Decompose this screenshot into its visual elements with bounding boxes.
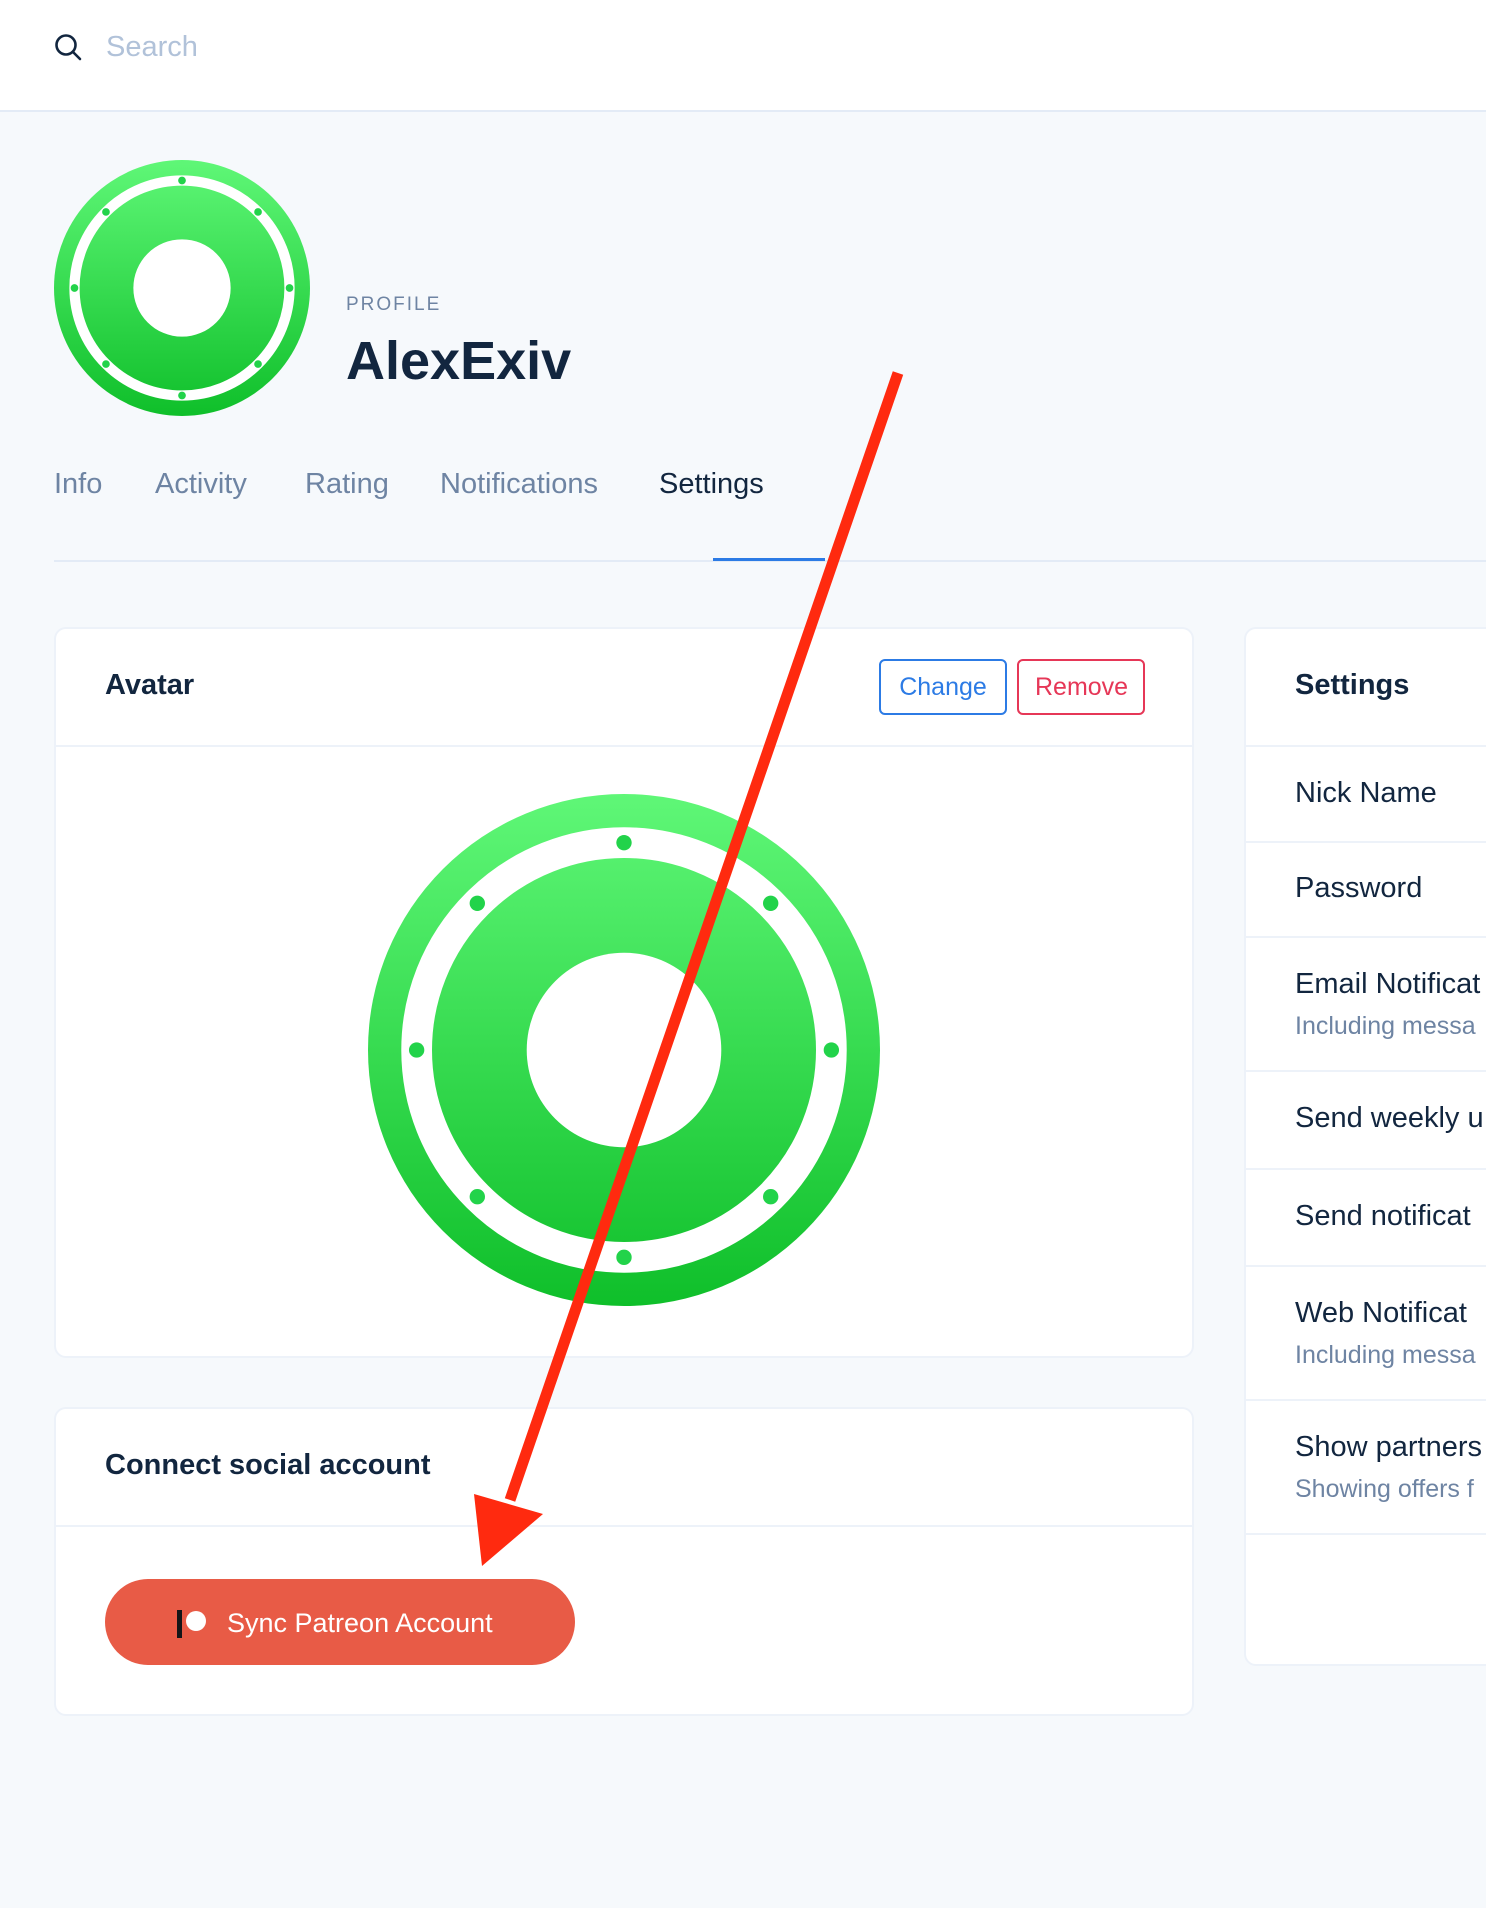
remove-avatar-button[interactable]: Remove: [1017, 659, 1145, 715]
top-bar: [0, 0, 1486, 112]
settings-card-header: Settings: [1246, 629, 1486, 747]
page-title: AlexExiv: [346, 331, 572, 391]
search-input[interactable]: [106, 26, 706, 68]
tab-rating[interactable]: Rating: [305, 468, 389, 501]
avatar-card: Avatar Change Remove: [54, 627, 1194, 1358]
avatar-preview: [368, 794, 880, 1306]
settings-row-label: Nick Name: [1295, 777, 1437, 809]
tab-settings[interactable]: Settings: [659, 468, 764, 501]
settings-row-email-notifications[interactable]: Email Notificat Including messa: [1246, 938, 1486, 1072]
settings-row-label: Show partners: [1295, 1431, 1482, 1463]
settings-row-nick-name[interactable]: Nick Name: [1246, 747, 1486, 843]
social-card-header: Connect social account: [56, 1409, 1192, 1527]
search-icon: [55, 34, 82, 61]
tab-info[interactable]: Info: [54, 468, 102, 501]
settings-row-label: Send notificat: [1295, 1200, 1471, 1232]
sync-patreon-button[interactable]: Sync Patreon Account: [105, 1579, 575, 1665]
settings-row-label: Web Notificat: [1295, 1297, 1467, 1329]
avatar-card-header: Avatar Change Remove: [56, 629, 1192, 747]
settings-row-label: Send weekly u: [1295, 1102, 1484, 1134]
settings-row-label: Email Notificat: [1295, 968, 1481, 1000]
settings-row-web-notifications[interactable]: Web Notificat Including messa: [1246, 1267, 1486, 1401]
settings-row-description: Showing offers f: [1295, 1475, 1474, 1503]
settings-row-password[interactable]: Password: [1246, 843, 1486, 938]
settings-card: Settings Nick Name Password Email Notifi…: [1244, 627, 1486, 1666]
social-card-title: Connect social account: [105, 1449, 431, 1481]
settings-row-show-partners[interactable]: Show partners Showing offers f: [1246, 1401, 1486, 1535]
active-tab-indicator: [713, 558, 825, 561]
social-account-card: Connect social account Sync Patreon Acco…: [54, 1407, 1194, 1716]
tab-activity[interactable]: Activity: [155, 468, 247, 501]
settings-row-send-notifications[interactable]: Send notificat: [1246, 1170, 1486, 1267]
patreon-icon: [177, 1610, 206, 1638]
tab-notifications[interactable]: Notifications: [440, 468, 598, 501]
settings-card-title: Settings: [1295, 669, 1410, 701]
change-avatar-button[interactable]: Change: [879, 659, 1007, 715]
profile-tabs: Info Activity Rating Notifications Setti…: [54, 460, 1486, 562]
patreon-button-label: Sync Patreon Account: [227, 1608, 493, 1638]
header-pretitle: PROFILE: [346, 294, 442, 315]
settings-row-weekly-updates[interactable]: Send weekly u: [1246, 1072, 1486, 1170]
settings-row-description: Including messa: [1295, 1341, 1476, 1369]
settings-row-label: Password: [1295, 872, 1423, 904]
profile-avatar: [54, 160, 310, 416]
settings-row-description: Including messa: [1295, 1012, 1476, 1040]
avatar-card-title: Avatar: [105, 669, 195, 701]
